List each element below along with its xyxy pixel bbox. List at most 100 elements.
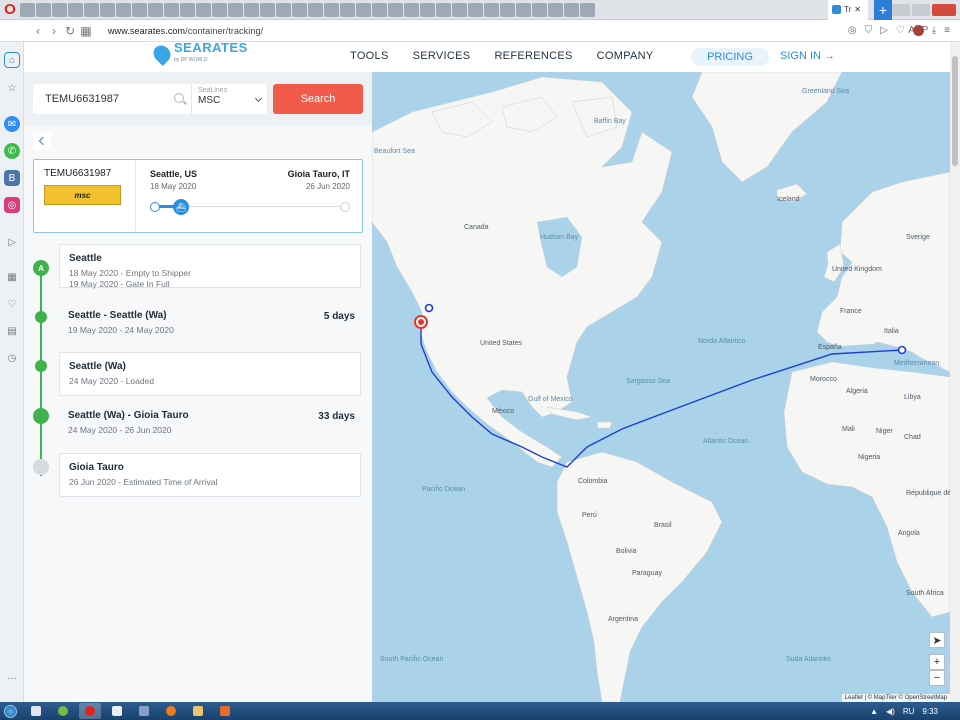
messenger-icon[interactable]: ✉ — [4, 116, 20, 132]
background-tab[interactable] — [404, 2, 419, 17]
forward-arrow-icon[interactable]: › — [46, 24, 62, 38]
background-tab[interactable] — [580, 2, 595, 17]
background-tab[interactable] — [20, 2, 35, 17]
nav-references[interactable]: REFERENCES — [494, 50, 572, 62]
nav-company[interactable]: COMPANY — [597, 50, 654, 62]
heart-icon[interactable]: ♡ — [4, 296, 20, 312]
background-tab[interactable] — [436, 2, 451, 17]
search-button[interactable]: Search — [273, 84, 363, 114]
taskbar-app-explorer[interactable] — [25, 703, 47, 719]
more-icon[interactable]: … — [4, 668, 20, 684]
background-tab[interactable] — [292, 2, 307, 17]
background-tab[interactable] — [164, 2, 179, 17]
taskbar-app-save[interactable] — [133, 703, 155, 719]
pricing-button[interactable]: PRICING — [691, 48, 769, 66]
background-tab[interactable] — [276, 2, 291, 17]
star-icon[interactable]: ☆ — [4, 80, 20, 96]
home-icon[interactable]: ⌂ — [4, 52, 20, 68]
background-tab[interactable] — [564, 2, 579, 17]
language-indicator[interactable]: RU — [903, 707, 915, 716]
background-tab[interactable] — [356, 2, 371, 17]
sealine-select[interactable]: SeaLines MSC — [191, 84, 267, 114]
zoom-in-button[interactable]: + — [929, 654, 945, 670]
instagram-icon[interactable]: ◎ — [4, 197, 20, 213]
taskbar-app-firefox[interactable] — [160, 703, 182, 719]
background-tab[interactable] — [100, 2, 115, 17]
background-tab[interactable] — [132, 2, 147, 17]
page-scrollbar[interactable] — [950, 42, 960, 702]
searates-logo[interactable]: SEARATES by DP WORLD — [149, 41, 248, 67]
clock-icon[interactable]: ◷ — [4, 350, 20, 366]
minimize-button[interactable] — [892, 3, 910, 16]
taskbar-app-paint[interactable] — [214, 703, 236, 719]
reload-icon[interactable]: ↻ — [62, 24, 78, 38]
start-button[interactable] — [0, 702, 20, 720]
nav-tools[interactable]: TOOLS — [350, 50, 389, 62]
close-window-button[interactable] — [932, 3, 956, 16]
container-number-input[interactable] — [33, 84, 191, 114]
volume-icon[interactable]: ◀) — [886, 707, 895, 716]
background-tab[interactable] — [228, 2, 243, 17]
taskbar-app-opera[interactable] — [79, 703, 101, 719]
camera-icon[interactable]: ◎ — [848, 25, 857, 36]
background-tab[interactable] — [52, 2, 67, 17]
back-arrow-icon[interactable]: ‹ — [30, 24, 46, 38]
background-tab[interactable] — [516, 2, 531, 17]
zoom-out-button[interactable]: − — [929, 670, 945, 686]
new-tab-button[interactable]: + — [874, 0, 892, 20]
map-attribution[interactable]: Leaflet | © MapTiler © OpenStreetMap — [841, 694, 950, 702]
history-icon[interactable]: ▤ — [4, 323, 20, 339]
background-tab[interactable] — [148, 2, 163, 17]
vk-icon[interactable]: B — [4, 170, 20, 186]
send-flow-icon[interactable]: ▷ — [4, 234, 20, 250]
adblock-icon[interactable]: ABP — [908, 25, 928, 36]
nav-services[interactable]: SERVICES — [413, 50, 471, 62]
route-map[interactable]: Greenland Sea Baffin Bay Beaufort Sea Canad… — [372, 72, 950, 702]
tabs-grid-icon[interactable]: ▦ — [78, 24, 94, 38]
background-tab[interactable] — [212, 2, 227, 17]
locate-button[interactable]: ➤ — [929, 632, 945, 648]
background-tab[interactable] — [420, 2, 435, 17]
back-button[interactable] — [33, 132, 51, 150]
background-tab[interactable] — [84, 2, 99, 17]
background-tab[interactable] — [196, 2, 211, 17]
send-icon[interactable]: ▷ — [880, 25, 888, 36]
background-tab[interactable] — [324, 2, 339, 17]
scrollbar-thumb[interactable] — [952, 56, 958, 166]
tray-arrow-icon[interactable]: ▲ — [870, 707, 878, 716]
background-tab[interactable] — [36, 2, 51, 17]
background-tab[interactable] — [372, 2, 387, 17]
container-card[interactable]: TEMU6631987 msc Seattle, US Gioia Tauro,… — [33, 159, 363, 233]
active-tab[interactable]: Tr ✕ — [828, 0, 868, 20]
taskbar-app-folder[interactable] — [187, 703, 209, 719]
background-tab[interactable] — [532, 2, 547, 17]
heart-icon[interactable]: ♡ — [896, 25, 905, 36]
background-tab[interactable] — [484, 2, 499, 17]
close-tab-icon[interactable]: ✕ — [854, 5, 861, 14]
taskbar-app-utorrent[interactable] — [52, 703, 74, 719]
maximize-button[interactable] — [912, 3, 930, 16]
opera-logo-icon[interactable]: O — [0, 0, 20, 20]
background-tab[interactable] — [468, 2, 483, 17]
sign-in-link[interactable]: SIGN IN → — [780, 50, 835, 62]
apps-grid-icon[interactable]: ▦ — [4, 269, 20, 285]
background-tab[interactable] — [260, 2, 275, 17]
background-tab[interactable] — [244, 2, 259, 17]
clock[interactable]: 9:33 — [922, 707, 938, 716]
background-tab[interactable] — [388, 2, 403, 17]
taskbar-app-word[interactable] — [106, 703, 128, 719]
menu-icon[interactable]: ≡ — [944, 25, 950, 36]
background-tab[interactable] — [548, 2, 563, 17]
background-tab[interactable] — [308, 2, 323, 17]
background-tab[interactable] — [116, 2, 131, 17]
background-tab[interactable] — [500, 2, 515, 17]
background-tab[interactable] — [68, 2, 83, 17]
download-icon[interactable]: ⤓ — [932, 25, 936, 36]
shield-icon[interactable]: ⛉ — [865, 25, 873, 36]
url-field[interactable]: www.searates.com/container/tracking/ — [108, 26, 263, 36]
background-tab[interactable] — [452, 2, 467, 17]
background-tab[interactable] — [180, 2, 195, 17]
search-icon — [174, 93, 184, 103]
background-tab[interactable] — [340, 2, 355, 17]
whatsapp-icon[interactable]: ✆ — [4, 143, 20, 159]
